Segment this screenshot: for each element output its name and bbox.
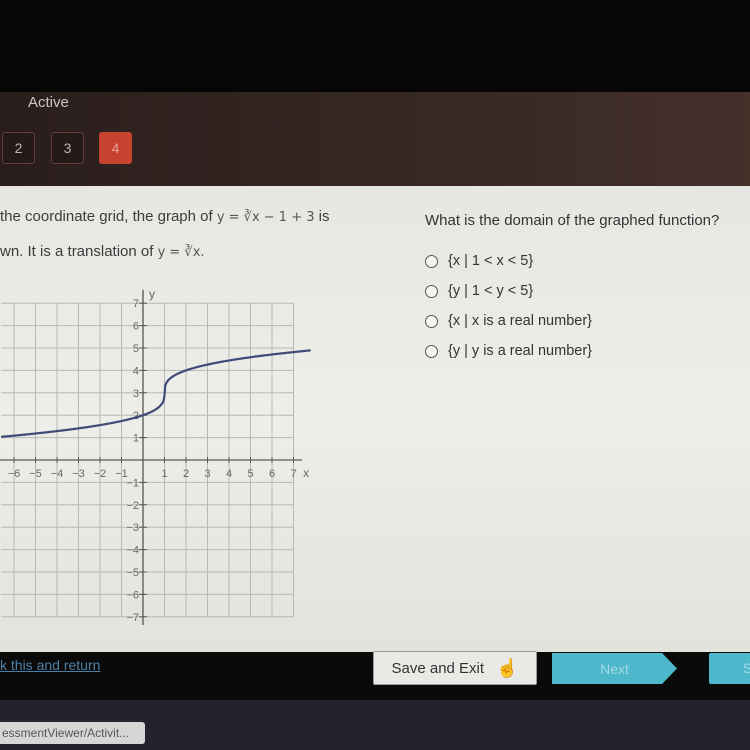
x-tick-label: −2 <box>94 468 107 480</box>
prompt-text: is <box>314 208 330 225</box>
answer-option-4[interactable]: {y | y is a real number} <box>425 343 592 359</box>
x-tick-label: 1 <box>161 468 167 480</box>
equation: y = ∛x − 1 + 3 <box>216 210 315 225</box>
radio-button[interactable] <box>425 314 438 328</box>
coordinate-graph: xy−6 −5 −4 −3 −2 −1 1 2 3 4 5 6 77654321−1−2−3−4−5−6… <box>0 287 311 625</box>
answer-option-2[interactable]: {y | 1 < y < 5} <box>425 283 533 299</box>
x-axis-label: x <box>303 466 309 480</box>
url-tab[interactable]: essmentViewer/Activit... <box>0 722 145 744</box>
y-tick-label: −2 <box>126 500 139 512</box>
question-tab-2[interactable]: 2 <box>2 132 35 164</box>
y-tick-label: 3 <box>133 388 139 400</box>
y-tick-label: −6 <box>126 589 139 601</box>
x-tick-label: −6 <box>8 468 21 480</box>
x-tick-label: 5 <box>247 468 253 480</box>
y-tick-label: −3 <box>126 522 139 534</box>
y-tick-label: 1 <box>133 433 139 445</box>
y-tick-label: 7 <box>133 298 139 310</box>
radio-button[interactable] <box>425 344 438 358</box>
question-tab-3[interactable]: 3 <box>51 132 84 164</box>
option-label: {y | 1 < y < 5} <box>448 283 534 299</box>
function-curve <box>1 349 311 438</box>
option-label: {x | 1 < x < 5} <box>448 253 534 269</box>
answer-option-1[interactable]: {x | 1 < x < 5} <box>425 253 533 269</box>
status-label: Active <box>28 94 69 111</box>
prompt-text: the coordinate grid, the graph of <box>0 208 217 225</box>
prompt-line-1: the coordinate grid, the graph of y = ∛x… <box>0 208 330 225</box>
x-tick-label: 7 <box>290 468 296 480</box>
x-tick-label: 3 <box>204 468 210 480</box>
y-tick-label: 4 <box>133 365 139 377</box>
option-label: {x | x is a real number} <box>448 313 593 329</box>
x-tick-label: −4 <box>51 468 64 480</box>
y-tick-label: −1 <box>126 477 139 489</box>
equation: y = ∛x. <box>157 245 205 260</box>
mark-and-return-link[interactable]: k this and return <box>0 657 100 673</box>
y-axis-label: y <box>149 287 155 301</box>
prompt-text: wn. It is a translation of <box>0 243 158 260</box>
option-label: {y | y is a real number} <box>448 343 593 359</box>
question-text: What is the domain of the graphed functi… <box>425 212 720 229</box>
screen-bezel <box>0 0 750 95</box>
y-tick-label: −7 <box>126 612 139 624</box>
submit-button[interactable]: S <box>709 653 750 684</box>
y-tick-label: −4 <box>126 545 139 557</box>
y-tick-label: −5 <box>126 567 139 579</box>
radio-button[interactable] <box>425 284 438 298</box>
x-tick-label: 4 <box>226 468 232 480</box>
hand-cursor-icon: ☝ <box>496 657 519 678</box>
x-tick-label: −5 <box>29 468 42 480</box>
radio-button[interactable] <box>425 254 438 268</box>
question-tab-4[interactable]: 4 <box>99 132 132 164</box>
x-tick-label: 2 <box>183 468 189 480</box>
save-and-exit-button[interactable]: Save and Exit ☝ <box>373 651 537 685</box>
prompt-line-2: wn. It is a translation of y = ∛x. <box>0 243 205 260</box>
y-tick-label: 5 <box>133 343 139 355</box>
next-button[interactable]: Next <box>552 653 677 684</box>
x-tick-label: 6 <box>269 468 275 480</box>
save-and-exit-label: Save and Exit <box>391 659 485 677</box>
x-tick-label: −3 <box>72 468 85 480</box>
answer-option-3[interactable]: {x | x is a real number} <box>425 313 592 329</box>
y-tick-label: 6 <box>133 321 139 333</box>
